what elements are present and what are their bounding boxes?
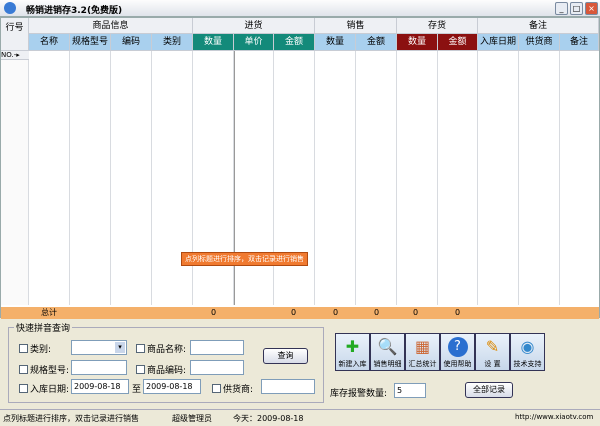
row-number-header[interactable]: 行号 (1, 18, 29, 51)
date-to-label: 至 (132, 385, 142, 395)
new-stock-in-button[interactable]: ✚ 新建入库 (335, 333, 370, 371)
col-in-date[interactable]: 入库日期 (478, 34, 519, 51)
data-grid[interactable]: 行号 商品信息 进货 销售 存货 备注 名称 规格型号 编码 类别 数量 单价 … (0, 17, 600, 319)
globe-icon: ◉ (520, 337, 535, 356)
group-product-info: 商品信息 (29, 18, 193, 34)
group-remarks: 备注 (478, 18, 599, 34)
title-bar: 畅销进销存3.2(免费版) _ □ × (0, 0, 600, 17)
col-remarks[interactable]: 备注 (560, 34, 599, 51)
maximize-button[interactable]: □ (570, 2, 583, 15)
group-purchase: 进货 (193, 18, 315, 34)
sales-detail-button[interactable]: 🔍 销售明细 (370, 333, 405, 371)
category-checkbox[interactable] (19, 344, 28, 353)
status-user: 超级管理员 (172, 414, 212, 423)
quick-search-legend: 快速拼音查询 (14, 321, 73, 334)
col-code[interactable]: 编码 (111, 34, 152, 51)
total-sales-qty: 0 (333, 308, 339, 317)
name-filter[interactable]: 商品名称: (136, 342, 186, 355)
col-sales-qty[interactable]: 数量 (315, 34, 356, 51)
total-purchase-amount: 0 (291, 308, 297, 317)
name-input[interactable] (190, 340, 244, 355)
model-checkbox[interactable] (19, 365, 28, 374)
supplier-checkbox[interactable] (212, 384, 221, 393)
col-purchase-price[interactable]: 单价 (234, 34, 274, 51)
date-from-picker[interactable]: 2009-08-18 (71, 379, 129, 394)
totals-row: 总计 0 0 0 0 0 0 (1, 307, 599, 319)
status-bar: 点列标题进行排序，双击记录进行销售 超级管理员 今天：2009-08-18 ht… (0, 409, 600, 426)
close-button[interactable]: × (585, 2, 598, 15)
col-sales-amount[interactable]: 金额 (356, 34, 397, 51)
col-purchase-qty[interactable]: 数量 (193, 34, 234, 51)
total-sales-amount: 0 (374, 308, 380, 317)
status-hint: 点列标题进行排序，双击记录进行销售 (3, 414, 139, 423)
supplier-filter[interactable]: 供货商: (212, 382, 253, 395)
alert-quantity-label: 库存报警数量: (330, 389, 388, 399)
name-checkbox[interactable] (136, 344, 145, 353)
window-title: 畅销进销存3.2(免费版) (26, 6, 123, 16)
help-icon: ? (447, 337, 468, 357)
query-button[interactable]: 查询 (263, 348, 308, 364)
date-to-picker[interactable]: 2009-08-18 (143, 379, 201, 394)
total-stock-qty: 0 (413, 308, 419, 317)
settings-button[interactable]: ✎ 设 置 (475, 333, 510, 371)
chevron-down-icon[interactable]: ▾ (115, 342, 125, 353)
status-date: 今天：2009-08-18 (233, 414, 304, 423)
category-filter[interactable]: 类别: (19, 342, 51, 355)
all-records-button[interactable]: 全部记录 (465, 382, 513, 398)
total-stock-amount: 0 (455, 308, 461, 317)
model-input[interactable] (71, 360, 127, 375)
col-model[interactable]: 规格型号 (70, 34, 111, 51)
alert-quantity-input[interactable]: 5 (394, 383, 426, 398)
row-indicator[interactable]: NO.-▸ (1, 51, 29, 60)
magnifier-icon: 🔍 (377, 337, 398, 356)
col-category[interactable]: 类别 (152, 34, 193, 51)
model-filter[interactable]: 规格型号: (19, 363, 69, 376)
col-name[interactable]: 名称 (29, 34, 70, 51)
app-icon (4, 2, 16, 14)
col-supplier[interactable]: 供货商 (519, 34, 560, 51)
tooltip: 点列标题进行排序，双击记录进行销售 (181, 252, 308, 266)
date-filter[interactable]: 入库日期: (19, 382, 69, 395)
col-stock-amount[interactable]: 金额 (438, 34, 478, 51)
date-checkbox[interactable] (19, 384, 28, 393)
wrench-icon: ✎ (485, 337, 500, 356)
group-sales: 销售 (315, 18, 397, 34)
supplier-input[interactable] (261, 379, 315, 394)
summary-stats-button[interactable]: ▦ 汇总统计 (405, 333, 440, 371)
status-url[interactable]: http://www.xiaotv.com (515, 413, 593, 421)
help-button[interactable]: ? 使用帮助 (440, 333, 475, 371)
calendar-icon: ▦ (414, 337, 431, 356)
total-purchase-qty: 0 (211, 308, 217, 317)
group-stock: 存货 (397, 18, 478, 34)
plus-icon: ✚ (345, 337, 360, 356)
code-input[interactable] (190, 360, 244, 375)
minimize-button[interactable]: _ (555, 2, 568, 15)
col-stock-qty[interactable]: 数量 (397, 34, 438, 51)
code-filter[interactable]: 商品编码: (136, 363, 186, 376)
category-select[interactable]: ▾ (71, 340, 127, 355)
col-purchase-amount[interactable]: 金额 (274, 34, 315, 51)
totals-label: 总计 (41, 308, 57, 317)
tech-support-button[interactable]: ◉ 技术支持 (510, 333, 545, 371)
code-checkbox[interactable] (136, 365, 145, 374)
